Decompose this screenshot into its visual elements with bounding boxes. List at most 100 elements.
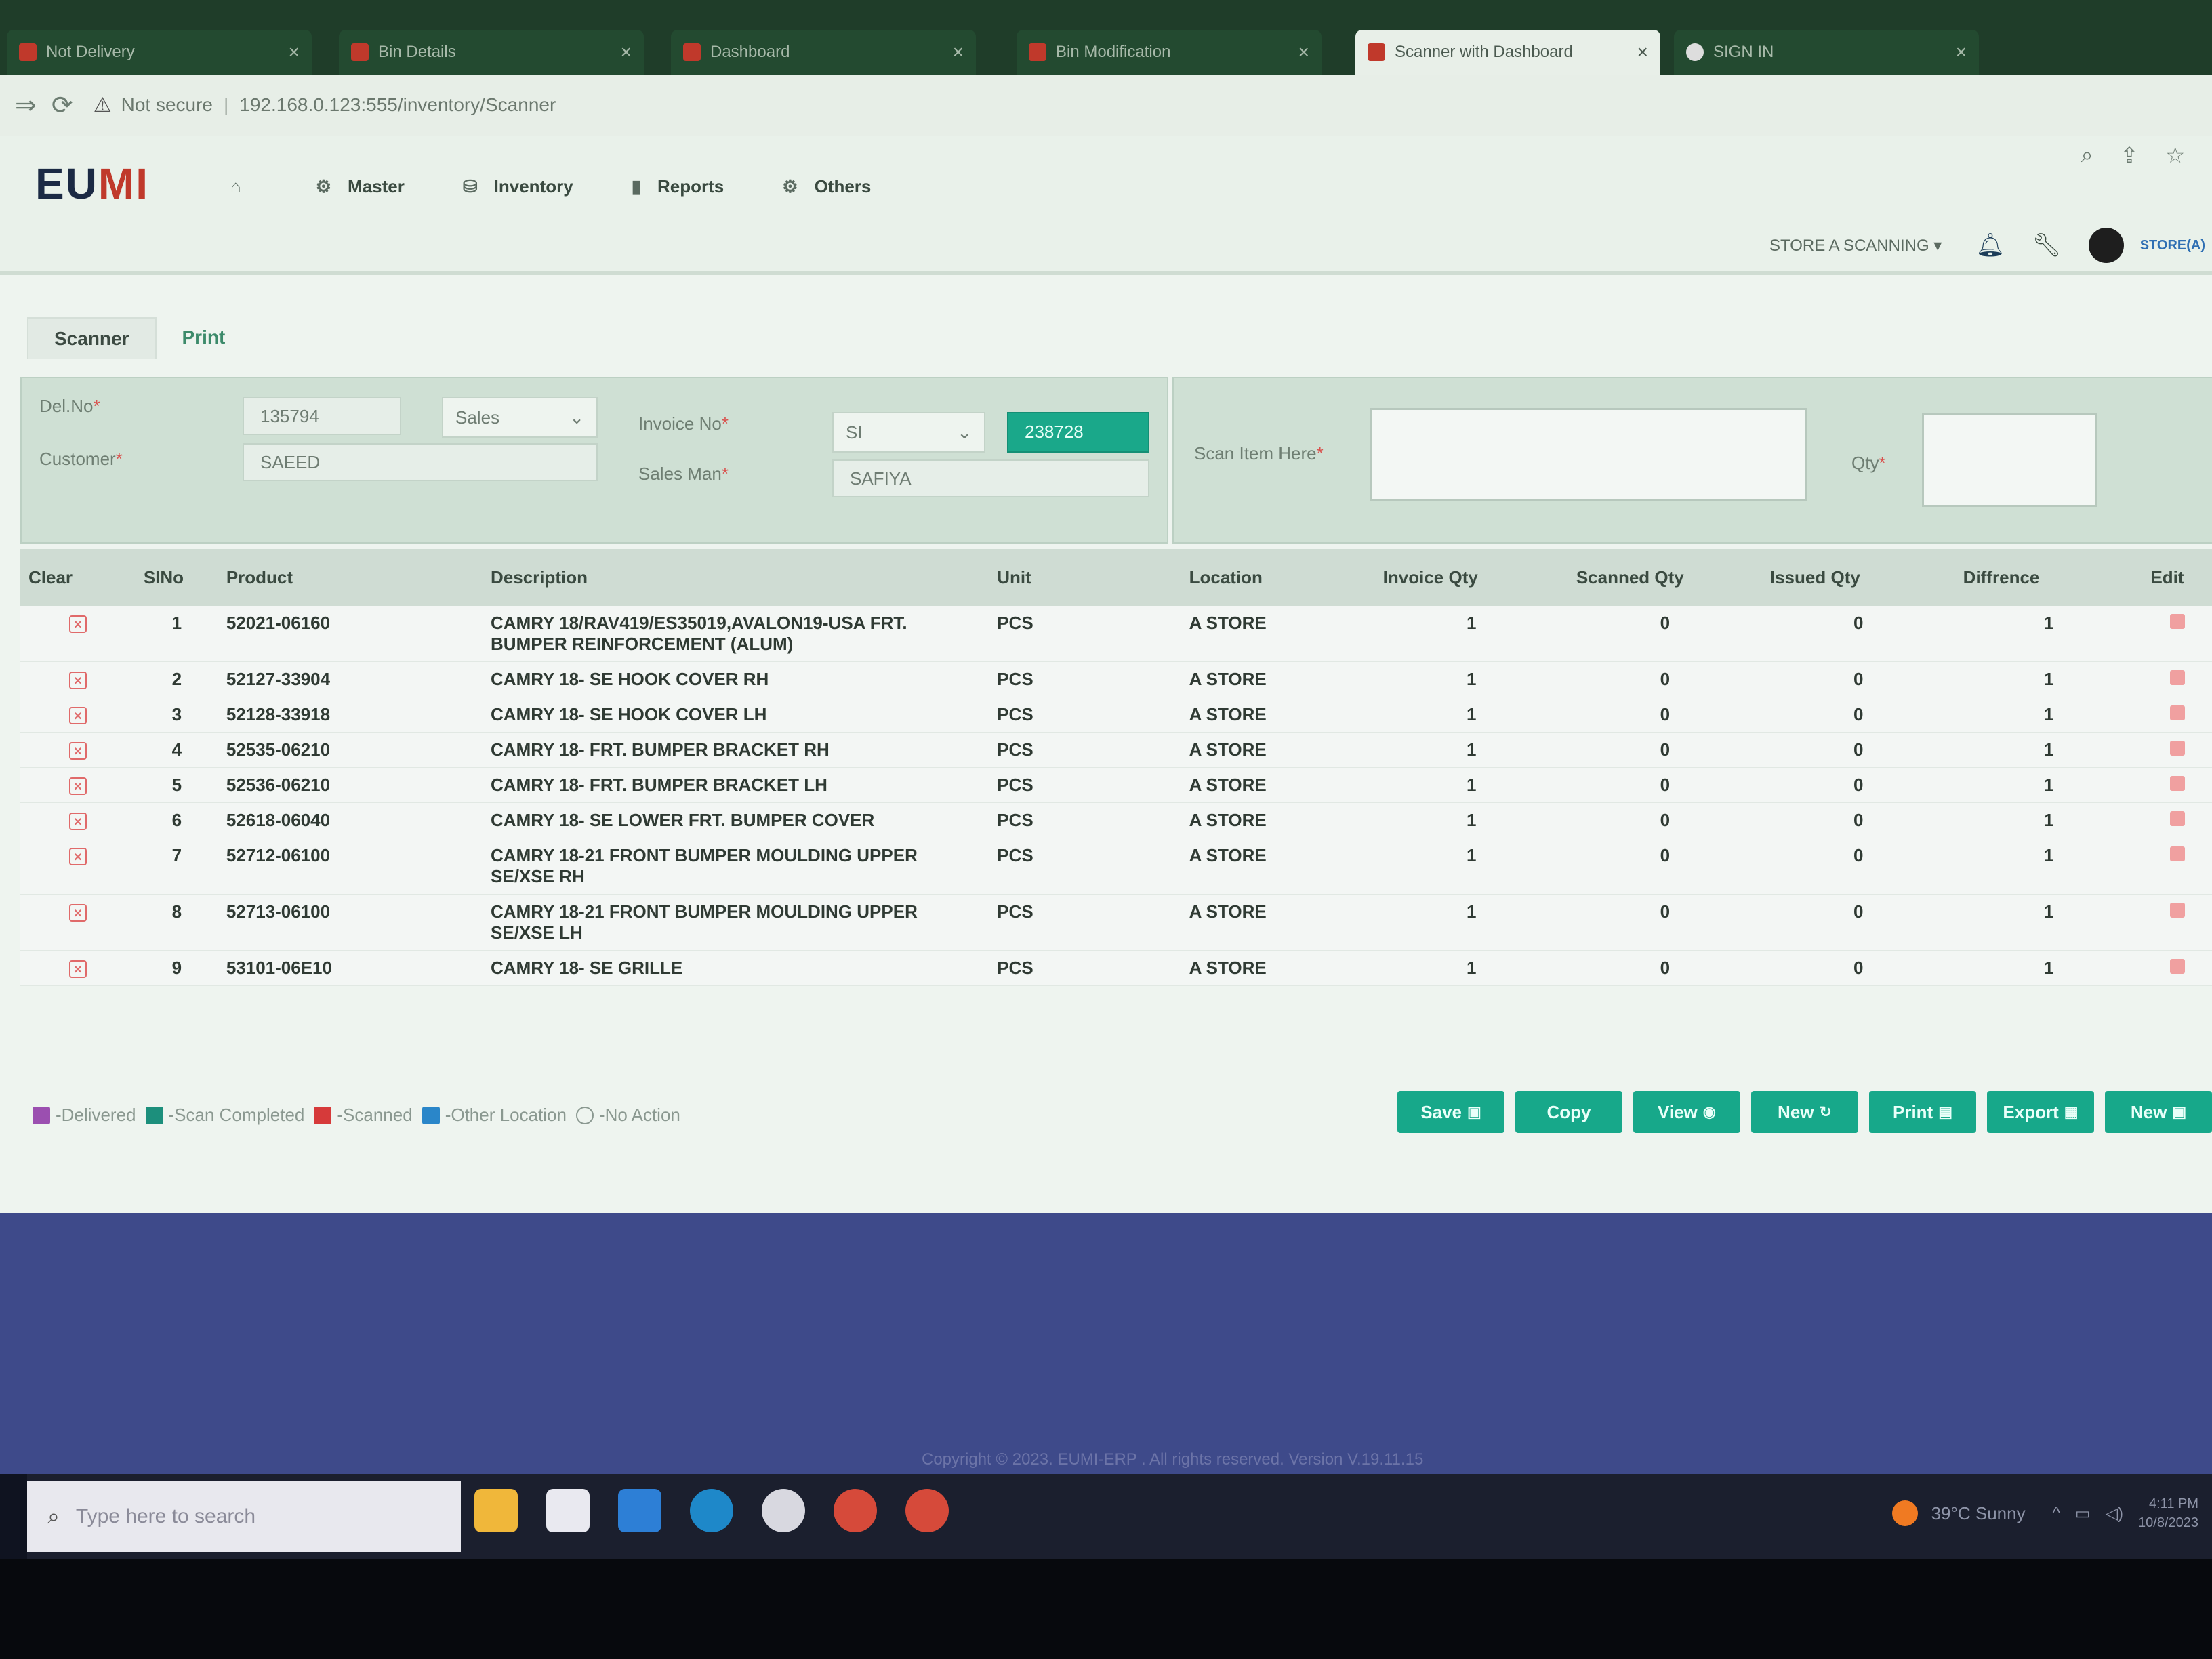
table-row[interactable]: × 1 52021-06160 CAMRY 18/RAV419/ES35019,AVA…: [20, 606, 2212, 662]
cell-edit[interactable]: [2142, 767, 2212, 803]
wrench-icon[interactable]: 🔧︎: [2032, 232, 2062, 259]
qty-input[interactable]: [1922, 413, 2097, 507]
browser-tab-3[interactable]: Dashboard ×: [671, 30, 976, 75]
store-icon[interactable]: [546, 1489, 590, 1532]
type-select[interactable]: Sales ⌄: [442, 397, 598, 438]
invoice-prefix-select[interactable]: SI ⌄: [832, 412, 985, 453]
cell-edit[interactable]: [2142, 661, 2212, 697]
tab-print[interactable]: Print: [157, 317, 251, 359]
mail-icon[interactable]: [618, 1489, 661, 1532]
cell-clear[interactable]: ×: [20, 697, 136, 733]
browser-tab-active[interactable]: Scanner with Dashboard ×: [1355, 30, 1660, 75]
new-alt-button[interactable]: New ▣: [2105, 1091, 2212, 1133]
customer-input[interactable]: [243, 443, 598, 481]
clear-row-icon[interactable]: ×: [68, 707, 87, 724]
table-row[interactable]: × 5 52536-06210 CAMRY 18- FRT. BUMPER BRACK…: [20, 767, 2212, 803]
table-row[interactable]: × 9 53101-06E10 CAMRY 18- SE GRILLE PCS A STO…: [20, 950, 2212, 986]
clear-row-icon[interactable]: ×: [68, 904, 87, 922]
edit-icon[interactable]: [2169, 903, 2185, 918]
edit-icon[interactable]: [2169, 741, 2185, 756]
edit-icon[interactable]: [2169, 846, 2185, 861]
new-button[interactable]: New ↻: [1751, 1091, 1858, 1133]
cell-clear[interactable]: ×: [20, 767, 136, 803]
cell-edit[interactable]: [2142, 950, 2212, 986]
table-row[interactable]: × 7 52712-06100 CAMRY 18-21 FRONT BUMPER MO…: [20, 838, 2212, 895]
copy-button[interactable]: Copy: [1515, 1091, 1622, 1133]
edit-icon[interactable]: [2169, 811, 2185, 826]
cell-clear[interactable]: ×: [20, 950, 136, 986]
table-row[interactable]: × 3 52128-33918 CAMRY 18- SE HOOK COVER LH P…: [20, 697, 2212, 733]
cell-edit[interactable]: [2142, 802, 2212, 838]
scan-item-input[interactable]: [1370, 408, 1807, 501]
cell-clear[interactable]: ×: [20, 661, 136, 697]
browser-tab-4[interactable]: Bin Modification ×: [1017, 30, 1322, 75]
star-icon[interactable]: ☆: [2165, 142, 2185, 168]
bell-icon[interactable]: 🔔︎: [1975, 232, 2005, 259]
table-row[interactable]: × 2 52127-33904 CAMRY 18- SE HOOK COVER RH P…: [20, 661, 2212, 697]
cell-edit[interactable]: [2142, 697, 2212, 733]
clear-row-icon[interactable]: ×: [68, 672, 87, 689]
avatar[interactable]: [2088, 228, 2124, 263]
browser-tab-6[interactable]: SIGN IN ×: [1674, 30, 1979, 75]
volume-icon[interactable]: ◁): [2106, 1504, 2123, 1523]
close-icon[interactable]: ×: [289, 41, 300, 63]
cell-clear[interactable]: ×: [20, 894, 136, 951]
edit-icon[interactable]: [2169, 959, 2185, 974]
chevron-up-icon[interactable]: ^: [2053, 1504, 2060, 1523]
edit-icon[interactable]: [2169, 776, 2185, 791]
table-row[interactable]: × 6 52618-06040 CAMRY 18- SE LOWER FRT. BUM…: [20, 802, 2212, 838]
menu-master[interactable]: ⚙ Master: [316, 176, 405, 197]
tab-scanner[interactable]: Scanner: [27, 317, 157, 359]
browser-tab-2[interactable]: Bin Details ×: [339, 30, 644, 75]
save-button[interactable]: Save ▣: [1397, 1091, 1504, 1133]
menu-inventory[interactable]: ⛁ Inventory: [463, 176, 573, 197]
cell-clear[interactable]: ×: [20, 732, 136, 768]
cell-edit[interactable]: [2142, 894, 2212, 951]
export-button[interactable]: Export ▦: [1987, 1091, 2094, 1133]
menu-others[interactable]: ⚙ Others: [782, 176, 871, 197]
edit-icon[interactable]: [2169, 670, 2185, 685]
network-icon[interactable]: ▭: [2075, 1504, 2091, 1523]
cell-edit[interactable]: [2142, 838, 2212, 895]
cell-clear[interactable]: ×: [20, 606, 136, 662]
taskbar-search[interactable]: ⌕ Type here to search: [27, 1481, 461, 1552]
clock[interactable]: 4:11 PM 10/8/2023: [2138, 1494, 2198, 1532]
app-icon[interactable]: [762, 1489, 805, 1532]
close-icon[interactable]: ×: [1637, 41, 1648, 63]
close-icon[interactable]: ×: [621, 41, 632, 63]
menu-home[interactable]: ⌂: [230, 176, 258, 197]
app-logo[interactable]: EUMI: [35, 159, 149, 209]
cell-edit[interactable]: [2142, 732, 2212, 768]
reload-icon[interactable]: ⟳: [52, 90, 73, 121]
share-icon[interactable]: ⇪: [2121, 142, 2139, 168]
cell-clear[interactable]: ×: [20, 802, 136, 838]
cell-clear[interactable]: ×: [20, 838, 136, 895]
file-explorer-icon[interactable]: [474, 1489, 518, 1532]
clear-row-icon[interactable]: ×: [68, 960, 87, 978]
clear-row-icon[interactable]: ×: [68, 848, 87, 865]
cell-edit[interactable]: [2142, 606, 2212, 662]
clear-row-icon[interactable]: ×: [68, 615, 87, 633]
forward-icon[interactable]: ⇒: [15, 90, 37, 121]
browser-tab-1[interactable]: Not Delivery ×: [7, 30, 312, 75]
close-icon[interactable]: ×: [1298, 41, 1309, 63]
close-icon[interactable]: ×: [1956, 41, 1967, 63]
edit-icon[interactable]: [2169, 705, 2185, 720]
start-button[interactable]: [0, 1474, 27, 1559]
store-select[interactable]: STORE A SCANNING ▾: [1769, 236, 1942, 255]
del-no-input[interactable]: [243, 397, 401, 435]
url-field[interactable]: ⚠ Not secure | 192.168.0.123:555/invento…: [94, 94, 556, 117]
edge-icon[interactable]: [690, 1489, 733, 1532]
close-icon[interactable]: ×: [953, 41, 964, 63]
chrome-icon[interactable]: [834, 1489, 877, 1532]
edit-icon[interactable]: [2169, 614, 2185, 629]
chrome-profile-icon[interactable]: [905, 1489, 949, 1532]
clear-row-icon[interactable]: ×: [68, 742, 87, 760]
salesman-input[interactable]: [832, 459, 1149, 497]
clear-row-icon[interactable]: ×: [68, 777, 87, 795]
invoice-no-input[interactable]: 238728: [1007, 412, 1149, 453]
menu-reports[interactable]: ▮ Reports: [632, 176, 724, 197]
table-row[interactable]: × 4 52535-06210 CAMRY 18- FRT. BUMPER BRACK…: [20, 732, 2212, 768]
table-row[interactable]: × 8 52713-06100 CAMRY 18-21 FRONT BUMPER MO…: [20, 894, 2212, 951]
clear-row-icon[interactable]: ×: [68, 813, 87, 830]
